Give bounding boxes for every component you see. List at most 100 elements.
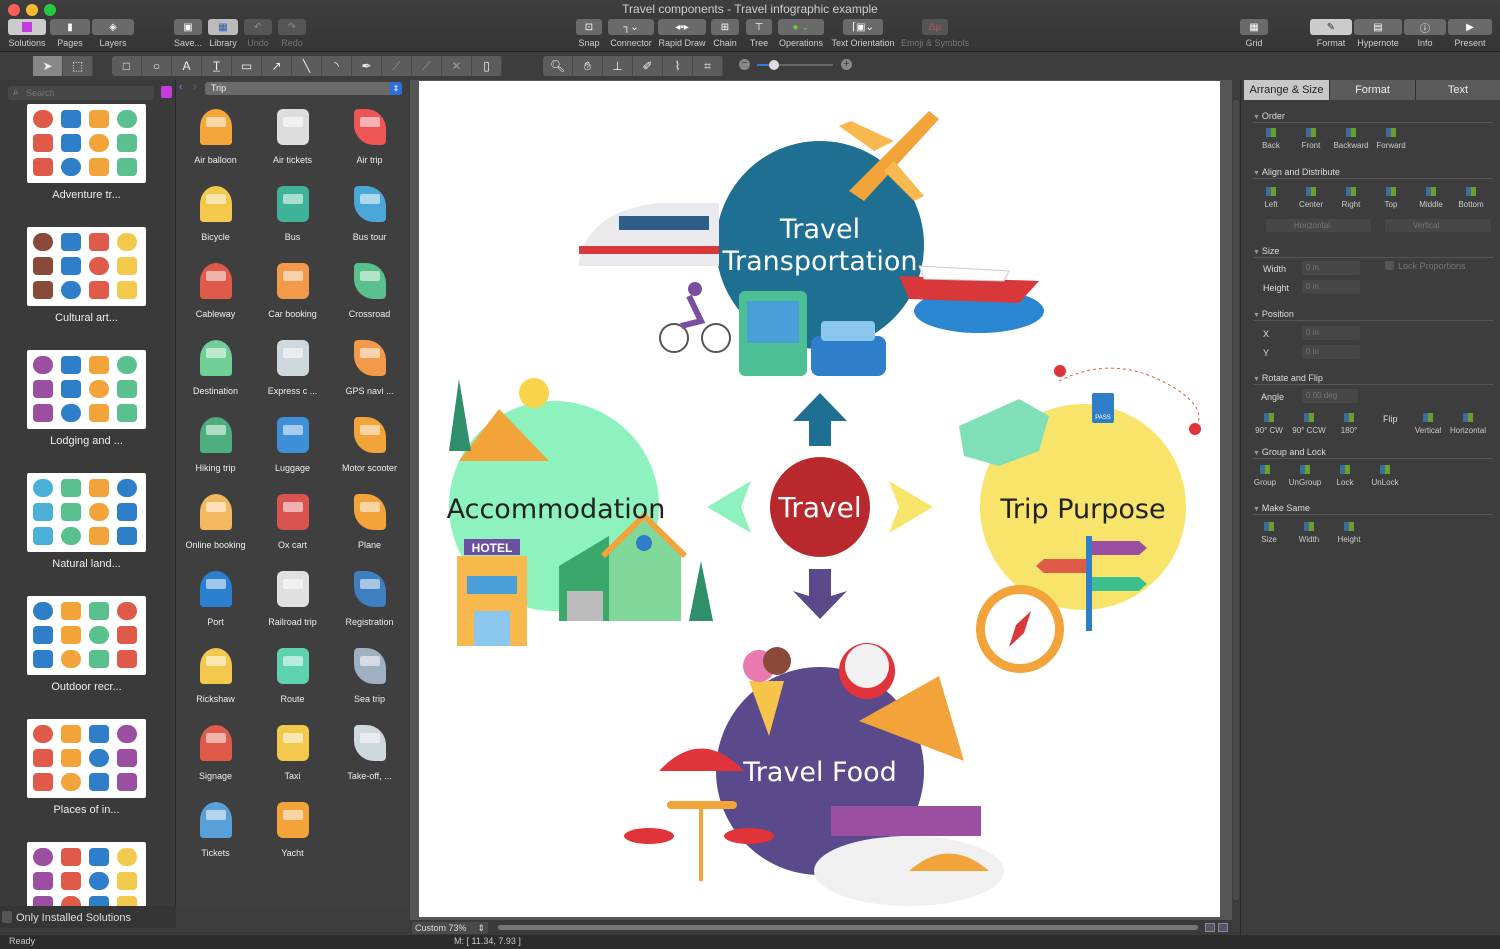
arrow-tool-icon[interactable]: ↗ <box>262 56 292 76</box>
drawing-page[interactable]: Travel Transportation HOTEL Accommodatio… <box>419 81 1220 917</box>
library-item-railroad-trip[interactable]: Railroad trip <box>254 564 331 641</box>
90-ccw-button[interactable]: 90° CCW <box>1289 413 1329 435</box>
library-item-taxi[interactable]: Taxi <box>254 718 331 795</box>
save-button[interactable]: ▣ Save... <box>174 19 202 48</box>
forward-arrow-icon[interactable]: › <box>193 81 197 93</box>
solution-natural-land[interactable]: Natural land... <box>27 473 146 570</box>
checkbox-icon[interactable] <box>2 911 12 923</box>
present-button[interactable]: ▶ Present <box>1448 19 1492 48</box>
align-section-header[interactable]: Align and Distribute <box>1253 167 1493 179</box>
bezier-tool-icon[interactable]: ⟋ <box>382 56 412 76</box>
unlock-button[interactable]: UnLock <box>1365 465 1405 487</box>
zoom-out-button[interactable]: − <box>739 59 750 70</box>
library-item-registration[interactable]: Registration <box>331 564 408 641</box>
left-button[interactable]: Left <box>1251 187 1291 209</box>
forward-button[interactable]: Forward <box>1371 128 1411 150</box>
hypernote-button[interactable]: ▤ Hypernote <box>1354 19 1402 48</box>
remove-point-tool-icon[interactable]: ✕ <box>442 56 472 76</box>
arc-tool-icon[interactable]: ◝ <box>322 56 352 76</box>
stamp-tool-icon[interactable]: ⊥ <box>603 56 633 76</box>
add-point-tool-icon[interactable]: ⟋ <box>412 56 442 76</box>
vertical-distribute-select[interactable]: Vertical <box>1385 219 1491 232</box>
page-nav-icon[interactable] <box>1218 923 1228 932</box>
library-item-rickshaw[interactable]: Rickshaw <box>177 641 254 718</box>
size-button[interactable]: Size <box>1249 522 1289 544</box>
library-item-online-booking[interactable]: Online booking <box>177 487 254 564</box>
grid-button[interactable]: ▦ Grid <box>1240 19 1268 48</box>
zoom-select[interactable]: Custom 73% ⇕ <box>412 922 488 934</box>
x-input[interactable]: 0 in <box>1302 326 1360 340</box>
solutions-button[interactable]: Solutions <box>8 19 46 48</box>
library-select[interactable]: Trip ⇕ <box>205 82 402 95</box>
library-item-signage[interactable]: Signage <box>177 718 254 795</box>
library-item-motor-scooter[interactable]: Motor scooter <box>331 410 408 487</box>
solution-browser-icon[interactable] <box>161 86 172 98</box>
format-button[interactable]: ✎ Format <box>1310 19 1352 48</box>
height-button[interactable]: Height <box>1329 522 1369 544</box>
travel-transportation-topic[interactable]: Travel Transportation <box>579 111 1044 376</box>
lock-button[interactable]: Lock <box>1325 465 1365 487</box>
operations-button[interactable]: ● ⌄ Operations <box>778 19 824 48</box>
library-item-bus[interactable]: Bus <box>254 179 331 256</box>
180-button[interactable]: 180° <box>1329 413 1369 435</box>
search-input[interactable] <box>8 86 154 100</box>
trip-purpose-topic[interactable]: PASS Trip Purpose <box>959 365 1201 673</box>
position-section-header[interactable]: Position <box>1253 309 1493 321</box>
back-button[interactable]: Back <box>1251 128 1291 150</box>
brush-tool-icon[interactable]: ⌇ <box>663 56 693 76</box>
layers-button[interactable]: ◈ Layers <box>92 19 134 48</box>
library-item-sea-trip[interactable]: Sea trip <box>331 641 408 718</box>
solution-adventure-tr[interactable]: Adventure tr... <box>27 104 146 201</box>
90-cw-button[interactable]: 90° CW <box>1249 413 1289 435</box>
rectangle-tool-icon[interactable]: □ <box>112 56 142 76</box>
library-item-tickets[interactable]: Tickets <box>177 795 254 872</box>
size-section-header[interactable]: Size <box>1253 246 1493 258</box>
solution-lodging-and[interactable]: Lodging and ... <box>27 350 146 447</box>
line-tool-icon[interactable]: ╲ <box>292 56 322 76</box>
horizontal-scrollbar[interactable] <box>498 925 1198 930</box>
snap-button[interactable]: ⊡ Snap <box>576 19 602 48</box>
rapid-draw-button[interactable]: ◂▪▸ Rapid Draw <box>658 19 706 48</box>
bottom-button[interactable]: Bottom <box>1451 187 1491 209</box>
chain-button[interactable]: ⊞ Chain <box>711 19 739 48</box>
emoji-symbols-button[interactable]: Δμ Emoji & Symbols <box>900 19 970 48</box>
front-button[interactable]: Front <box>1291 128 1331 150</box>
connector-button[interactable]: ┐⌄ Connector <box>608 19 654 48</box>
zoom-slider-thumb[interactable] <box>769 60 779 70</box>
library-item-ox-cart[interactable]: Ox cart <box>254 487 331 564</box>
group-section-header[interactable]: Group and Lock <box>1253 447 1493 459</box>
angle-input[interactable]: 0.00 deg <box>1302 389 1358 403</box>
library-item-car-booking[interactable]: Car booking <box>254 256 331 333</box>
back-arrow-icon[interactable]: ‹ <box>179 81 183 93</box>
library-item-plane[interactable]: Plane <box>331 487 408 564</box>
horizontal-button[interactable]: Horizontal <box>1448 413 1488 435</box>
make-same-section-header[interactable]: Make Same <box>1253 503 1493 515</box>
zoom-in-button[interactable]: + <box>841 59 852 70</box>
travel-food-topic[interactable]: Travel Food <box>624 643 1004 906</box>
travel-center-node[interactable]: Travel <box>770 457 870 557</box>
only-installed-checkbox[interactable]: Only Installed Solutions <box>0 906 176 928</box>
crop-tool-icon[interactable]: ⌗ <box>693 56 723 76</box>
text-select-tool-icon[interactable]: ⬚ <box>63 56 93 76</box>
text-tool-icon[interactable]: A <box>172 56 202 76</box>
middle-button[interactable]: Middle <box>1411 187 1451 209</box>
ungroup-button[interactable]: UnGroup <box>1285 465 1325 487</box>
library-item-crossroad[interactable]: Crossroad <box>331 256 408 333</box>
library-item-take-off[interactable]: Take-off, ... <box>331 718 408 795</box>
textbox-tool-icon[interactable]: T̲ <box>202 56 232 76</box>
width-input[interactable]: 0 in <box>1302 261 1360 275</box>
accommodation-topic[interactable]: HOTEL Accommodation <box>447 378 713 646</box>
library-item-air-balloon[interactable]: Air balloon <box>177 102 254 179</box>
info-button[interactable]: ⓘ Info <box>1404 19 1446 48</box>
library-item-air-tickets[interactable]: Air tickets <box>254 102 331 179</box>
container-tool-icon[interactable]: ▯ <box>472 56 502 76</box>
solution-outdoor-recr[interactable]: Outdoor recr... <box>27 596 146 693</box>
hand-tool-icon[interactable]: ✋︎ <box>573 56 603 76</box>
tab-arrange-size[interactable]: Arrange & Size <box>1244 80 1330 100</box>
zoom-tool-icon[interactable]: 🔍︎ <box>543 56 573 76</box>
pointer-tool-icon[interactable]: ➤ <box>33 56 63 76</box>
horizontal-distribute-select[interactable]: Horizontal <box>1266 219 1371 232</box>
pages-button[interactable]: ▮ Pages <box>50 19 90 48</box>
library-item-luggage[interactable]: Luggage <box>254 410 331 487</box>
library-button[interactable]: ▦ Library <box>208 19 238 48</box>
